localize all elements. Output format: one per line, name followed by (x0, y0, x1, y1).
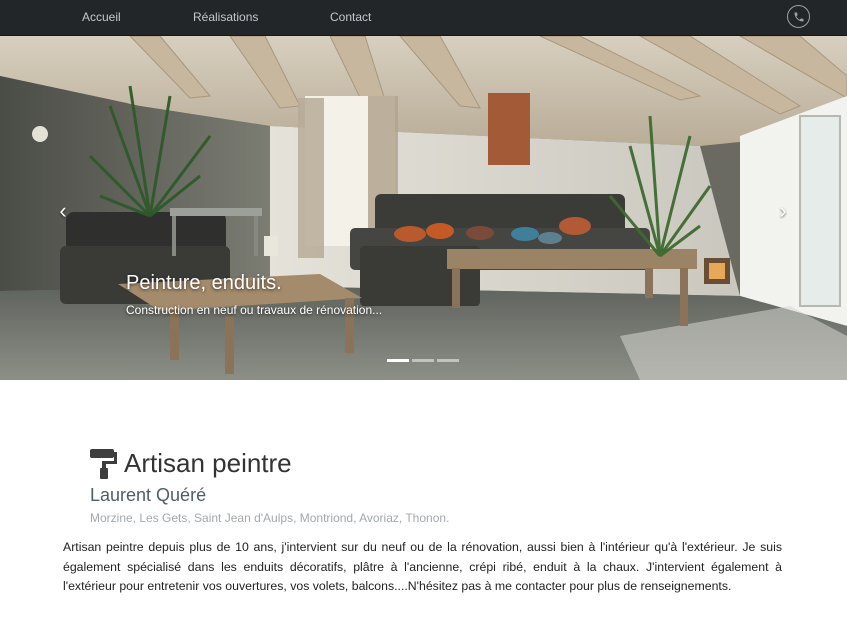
navbar: Accueil Réalisations Contact (0, 0, 847, 36)
hero-image (0, 36, 847, 380)
carousel-indicator[interactable] (412, 359, 434, 362)
phone-button[interactable] (787, 5, 810, 28)
service-locations: Morzine, Les Gets, Saint Jean d'Aulps, M… (90, 511, 450, 525)
phone-icon (794, 12, 803, 21)
chevron-right-icon: › (779, 198, 787, 223)
carousel-indicator[interactable] (437, 359, 459, 362)
carousel-indicator[interactable] (387, 359, 409, 362)
carousel-caption-title: Peinture, enduits. (126, 272, 282, 294)
hero-carousel: ‹ › Peinture, enduits. Construction en n… (0, 36, 847, 380)
carousel-next-button[interactable]: › (768, 196, 798, 226)
intro-paragraph: Artisan peintre depuis plus de 10 ans, j… (63, 540, 782, 593)
nav-accueil[interactable]: Accueil (82, 10, 121, 24)
nav-contact[interactable]: Contact (330, 10, 371, 24)
chevron-left-icon: ‹ (59, 198, 67, 223)
carousel-prev-button[interactable]: ‹ (48, 196, 78, 226)
paint-roller-icon (90, 449, 117, 479)
artisan-name: Laurent Quéré (90, 485, 207, 505)
carousel-caption-text: Construction en neuf ou travaux de rénov… (126, 303, 383, 317)
page-title: Artisan peintre (124, 448, 292, 478)
nav-realisations[interactable]: Réalisations (193, 10, 258, 24)
